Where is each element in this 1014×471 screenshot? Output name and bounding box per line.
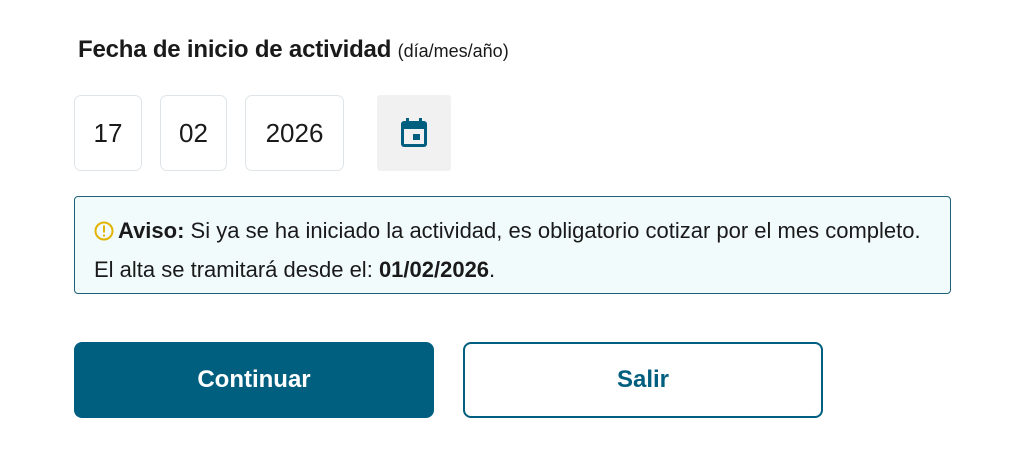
start-date-form: Fecha de inicio de actividad (día/mes/añ… xyxy=(0,0,1014,471)
notice-end: . xyxy=(489,257,496,282)
continue-button[interactable]: Continuar xyxy=(74,342,434,418)
notice-text: Si ya se ha iniciado la actividad, es ob… xyxy=(94,218,921,282)
month-input[interactable] xyxy=(160,95,227,171)
warning-icon xyxy=(94,216,114,252)
start-date-label-text: Fecha de inicio de actividad xyxy=(78,36,392,63)
year-input[interactable] xyxy=(245,95,344,171)
day-input[interactable] xyxy=(74,95,142,171)
notice-title: Aviso: xyxy=(118,218,185,243)
date-format-hint: (día/mes/año) xyxy=(397,41,509,61)
notice-date: 01/02/2026 xyxy=(378,257,490,282)
warning-notice: Aviso: Si ya se ha iniciado la actividad… xyxy=(74,196,951,294)
start-date-label: Fecha de inicio de actividad (día/mes/añ… xyxy=(78,36,509,64)
calendar-icon xyxy=(401,118,427,147)
calendar-button[interactable] xyxy=(377,95,451,171)
exit-button[interactable]: Salir xyxy=(463,342,823,418)
